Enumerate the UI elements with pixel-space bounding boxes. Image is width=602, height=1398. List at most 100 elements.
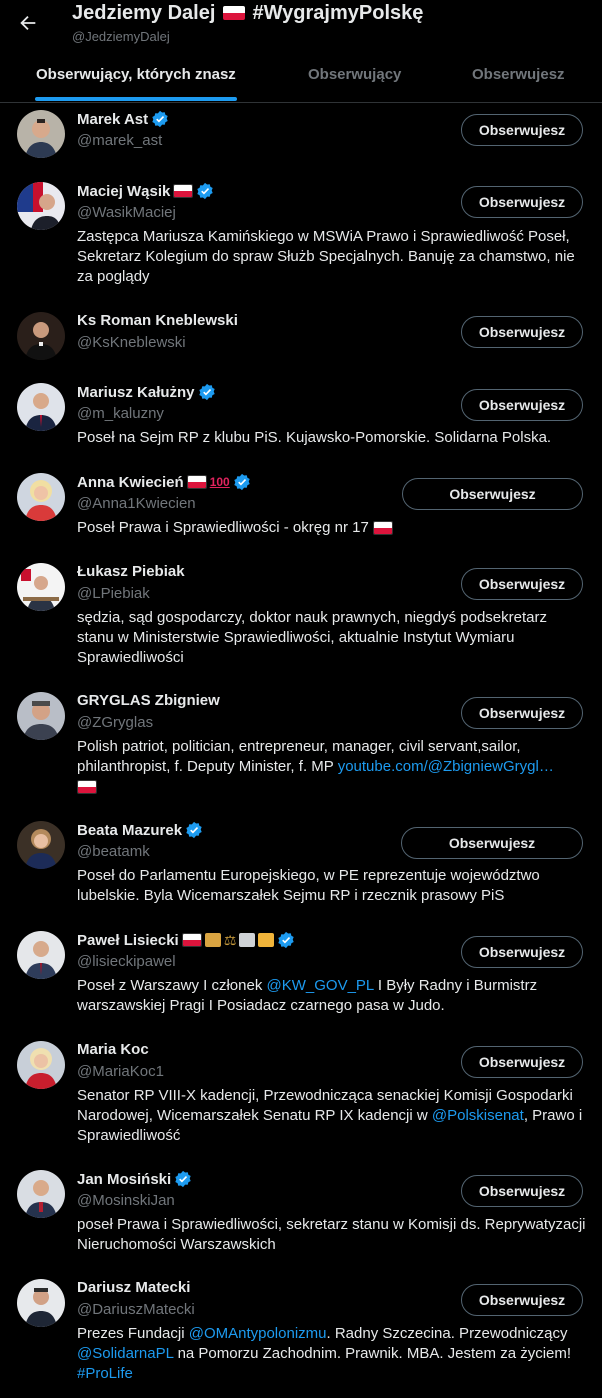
list-item[interactable]: Marek Ast @marek_ast Obserwujesz <box>0 108 602 178</box>
following-button[interactable]: Obserwujesz <box>461 114 583 146</box>
bio-mention[interactable]: @SolidarnaPL <box>77 1345 173 1362</box>
user-name: GRYGLAS Zbigniew <box>77 692 220 709</box>
user-bio: Prezes Fundacji @OMAntypolonizmu. Radny … <box>77 1324 587 1384</box>
polish-flag-icon <box>77 780 97 795</box>
polish-flag-icon <box>173 184 194 198</box>
bio-mention[interactable]: @Polskisenat <box>432 1107 524 1124</box>
avatar[interactable] <box>17 821 65 869</box>
following-button[interactable]: Obserwujesz <box>461 1046 583 1078</box>
avatar[interactable] <box>17 182 65 230</box>
list-item[interactable]: Paweł Lisiecki ⚖ @lisieckipawel Poseł z … <box>0 930 602 1030</box>
verified-badge-icon <box>152 110 168 128</box>
following-button[interactable]: Obserwujesz <box>461 1175 583 1207</box>
following-button[interactable]: Obserwujesz <box>461 316 583 348</box>
user-bio: Poseł na Sejm RP z klubu PiS. Kujawsko-P… <box>77 429 552 446</box>
user-name: Łukasz Piebiak <box>77 563 185 580</box>
list-item[interactable]: Dariusz Matecki @DariuszMatecki Prezes F… <box>0 1278 602 1396</box>
list-item[interactable]: GRYGLAS Zbigniew @ZGryglas Polish patrio… <box>0 691 602 809</box>
hundred-emoji-icon: 100 <box>209 475 230 489</box>
following-button[interactable]: Obserwujesz <box>461 186 583 218</box>
list-item[interactable]: Jan Mosiński @MosinskiJan poseł Prawa i … <box>0 1169 602 1269</box>
verified-badge-icon <box>198 383 215 401</box>
user-handle: @lisieckipawel <box>77 953 176 970</box>
user-name: Maria Koc <box>77 1041 149 1058</box>
user-handle: @ZGryglas <box>77 714 154 731</box>
avatar[interactable] <box>17 1170 65 1218</box>
bio-mention[interactable]: @OMAntypolonizmu <box>189 1325 327 1342</box>
back-arrow-icon[interactable] <box>14 9 42 37</box>
classical-building-emoji-icon <box>239 933 256 947</box>
people-emoji-icon <box>258 933 275 947</box>
list-item[interactable]: Maria Koc @MariaKoc1 Senator RP VIII-X k… <box>0 1040 602 1160</box>
list-item[interactable]: Mariusz Kałużny @m_kaluzny Poseł na Sejm… <box>0 383 602 463</box>
bio-text: Prezes Fundacji <box>77 1325 189 1342</box>
bio-mention[interactable]: @KW_GOV_PL <box>267 977 374 994</box>
list-item[interactable]: Łukasz Piebiak @LPiebiak sędzia, sąd gos… <box>0 562 602 678</box>
user-name: Marek Ast <box>77 110 149 128</box>
avatar[interactable] <box>17 931 65 979</box>
verified-badge-icon <box>175 1170 191 1188</box>
following-button[interactable]: Obserwujesz <box>402 478 583 510</box>
avatar[interactable] <box>17 383 65 431</box>
user-handle: @WasikMaciej <box>77 204 176 221</box>
verified-badge-icon <box>186 821 202 839</box>
following-button[interactable]: Obserwujesz <box>461 697 583 729</box>
list-item[interactable]: Anna Kwiecień 100 @Anna1Kwiecien Poseł P… <box>0 472 602 552</box>
scales-emoji-icon: ⚖ <box>223 932 237 948</box>
user-name: Dariusz Matecki <box>77 1279 191 1296</box>
polish-flag-icon <box>372 521 393 536</box>
user-bio: Zastępca Mariusza Kamińskiego w MSWiA Pr… <box>77 228 575 285</box>
verified-badge-icon <box>234 473 250 491</box>
user-name: Paweł Lisiecki <box>77 931 179 949</box>
avatar[interactable] <box>17 563 65 611</box>
user-bio: sędzia, sąd gospodarczy, doktor nauk pra… <box>77 609 547 666</box>
user-handle: @MariaKoc1 <box>77 1063 164 1080</box>
following-button[interactable]: Obserwujesz <box>461 389 583 421</box>
verified-badge-icon <box>197 182 214 200</box>
user-bio: Senator RP VIII-X kadencji, Przewodniczą… <box>77 1086 587 1146</box>
avatar[interactable] <box>17 110 65 158</box>
user-name: Beata Mazurek <box>77 821 183 839</box>
following-button[interactable]: Obserwujesz <box>461 1284 583 1316</box>
user-handle: @m_kaluzny <box>77 405 164 422</box>
avatar[interactable] <box>17 1279 65 1327</box>
following-button[interactable]: Obserwujesz <box>461 568 583 600</box>
user-handle: @DariuszMatecki <box>77 1301 195 1318</box>
page-header: Jedziemy Dalej #WygrajmyPolskę @Jedziemy… <box>0 0 602 103</box>
page-title: Jedziemy Dalej #WygrajmyPolskę <box>72 2 423 25</box>
user-handle: @MosinskiJan <box>77 1192 175 1209</box>
bio-hashtag[interactable]: #ProLife <box>77 1365 133 1382</box>
bio-text: Poseł z Warszawy I członek <box>77 977 267 994</box>
avatar[interactable] <box>17 312 65 360</box>
following-button[interactable]: Obserwujesz <box>461 936 583 968</box>
list-item[interactable]: Maciej Wąsik @WasikMaciej Zastępca Mariu… <box>0 180 602 302</box>
avatar[interactable] <box>17 692 65 740</box>
user-handle: @marek_ast <box>77 132 163 149</box>
active-tab-indicator <box>35 97 237 101</box>
user-bio: Polish patriot, politician, entrepreneur… <box>77 737 587 797</box>
user-handle: @LPiebiak <box>77 585 150 602</box>
user-bio: poseł Prawa i Sprawiedliwości, sekretarz… <box>77 1216 586 1253</box>
verified-badge-icon <box>278 931 294 949</box>
list-item[interactable]: Beata Mazurek @beatamk Poseł do Parlamen… <box>0 821 602 921</box>
bio-text: na Pomorzu Zachodnim. Prawnik. MBA. Jest… <box>173 1345 572 1362</box>
user-handle: @beatamk <box>77 843 150 860</box>
user-bio: Poseł do Parlamentu Europejskiego, w PE … <box>77 867 540 904</box>
list-item[interactable]: Ks Roman Kneblewski @KsKneblewski Obserw… <box>0 310 602 372</box>
bio-link[interactable]: youtube.com/@ZbigniewGrygl… <box>338 758 554 775</box>
polish-flag-icon <box>186 475 207 489</box>
user-handle: @Anna1Kwiecien <box>77 495 196 512</box>
tab-followers-you-know[interactable]: Obserwujący, których znasz <box>36 56 236 102</box>
avatar[interactable] <box>17 473 65 521</box>
tab-bar: Obserwujący, których znasz Obserwujący O… <box>0 56 602 102</box>
polish-flag-icon <box>181 933 202 947</box>
tab-followers[interactable]: Obserwujący <box>308 56 401 102</box>
title-text: Jedziemy Dalej <box>72 2 216 24</box>
tab-following[interactable]: Obserwujesz <box>472 56 565 102</box>
bio-text: Poseł Prawa i Sprawiedliwości - okręg nr… <box>77 519 369 536</box>
avatar[interactable] <box>17 1041 65 1089</box>
following-button[interactable]: Obserwujesz <box>401 827 583 859</box>
title-hashtag: #WygrajmyPolskę <box>252 2 424 24</box>
user-name: Jan Mosiński <box>77 1170 172 1188</box>
user-bio: Poseł Prawa i Sprawiedliwości - okręg nr… <box>77 518 587 538</box>
